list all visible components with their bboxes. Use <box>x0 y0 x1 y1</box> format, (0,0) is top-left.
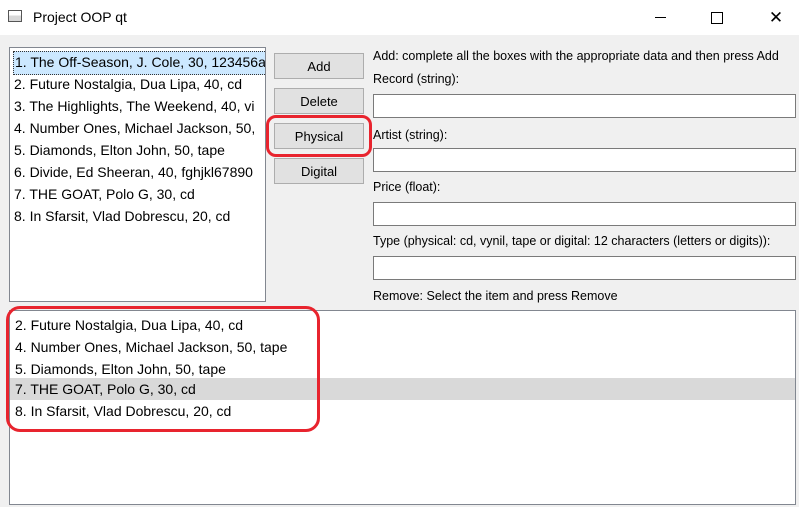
price-field[interactable] <box>373 202 796 226</box>
artist-field[interactable] <box>373 148 796 172</box>
artist-label: Artist (string): <box>373 128 448 142</box>
filtered-list[interactable]: 2. Future Nostalgia, Dua Lipa, 40, cd 4.… <box>9 310 796 505</box>
type-label: Type (physical: cd, vynil, tape or digit… <box>373 234 771 248</box>
minimize-icon <box>654 17 666 18</box>
list-item[interactable]: 4. Number Ones, Michael Jackson, 50, <box>13 117 255 139</box>
close-button[interactable]: ✕ <box>753 0 799 35</box>
list-item[interactable]: 5. Diamonds, Elton John, 50, tape <box>10 358 795 380</box>
list-item[interactable]: 8. In Sfarsit, Vlad Dobrescu, 20, cd <box>10 400 795 422</box>
digital-button[interactable]: Digital <box>274 158 364 184</box>
list-item[interactable]: 7. THE GOAT, Polo G, 30, cd <box>13 183 195 205</box>
list-item[interactable]: 7. THE GOAT, Polo G, 30, cd <box>10 378 795 400</box>
close-icon: ✕ <box>768 8 784 27</box>
list-item[interactable]: 3. The Highlights, The Weekend, 40, vi <box>13 95 254 117</box>
app-window-icon <box>8 10 22 22</box>
window-title: Project OOP qt <box>33 9 127 25</box>
record-field[interactable] <box>373 94 796 118</box>
record-list[interactable]: 1. The Off-Season, J. Cole, 30, 123456a … <box>9 47 266 302</box>
list-item[interactable]: 5. Diamonds, Elton John, 50, tape <box>13 139 225 161</box>
add-button[interactable]: Add <box>274 53 364 79</box>
list-item[interactable]: 4. Number Ones, Michael Jackson, 50, tap… <box>10 336 795 358</box>
list-item[interactable]: 2. Future Nostalgia, Dua Lipa, 40, cd <box>13 73 242 95</box>
price-label: Price (float): <box>373 180 441 194</box>
title-bar: Project OOP qt ✕ <box>0 0 799 35</box>
record-label: Record (string): <box>373 72 460 86</box>
remove-instructions: Remove: Select the item and press Remove <box>373 289 618 303</box>
add-instructions: Add: complete all the boxes with the app… <box>373 49 779 63</box>
list-item[interactable]: 8. In Sfarsit, Vlad Dobrescu, 20, cd <box>13 205 230 227</box>
list-item[interactable]: 2. Future Nostalgia, Dua Lipa, 40, cd <box>10 314 795 336</box>
delete-button[interactable]: Delete <box>274 88 364 114</box>
list-item[interactable]: 6. Divide, Ed Sheeran, 40, fghjkl67890 <box>13 161 253 183</box>
physical-button[interactable]: Physical <box>274 123 364 149</box>
maximize-button[interactable] <box>694 0 740 35</box>
type-field[interactable] <box>373 256 796 280</box>
minimize-button[interactable] <box>637 0 683 35</box>
maximize-icon <box>711 11 723 24</box>
list-item[interactable]: 1. The Off-Season, J. Cole, 30, 123456a <box>13 51 265 75</box>
